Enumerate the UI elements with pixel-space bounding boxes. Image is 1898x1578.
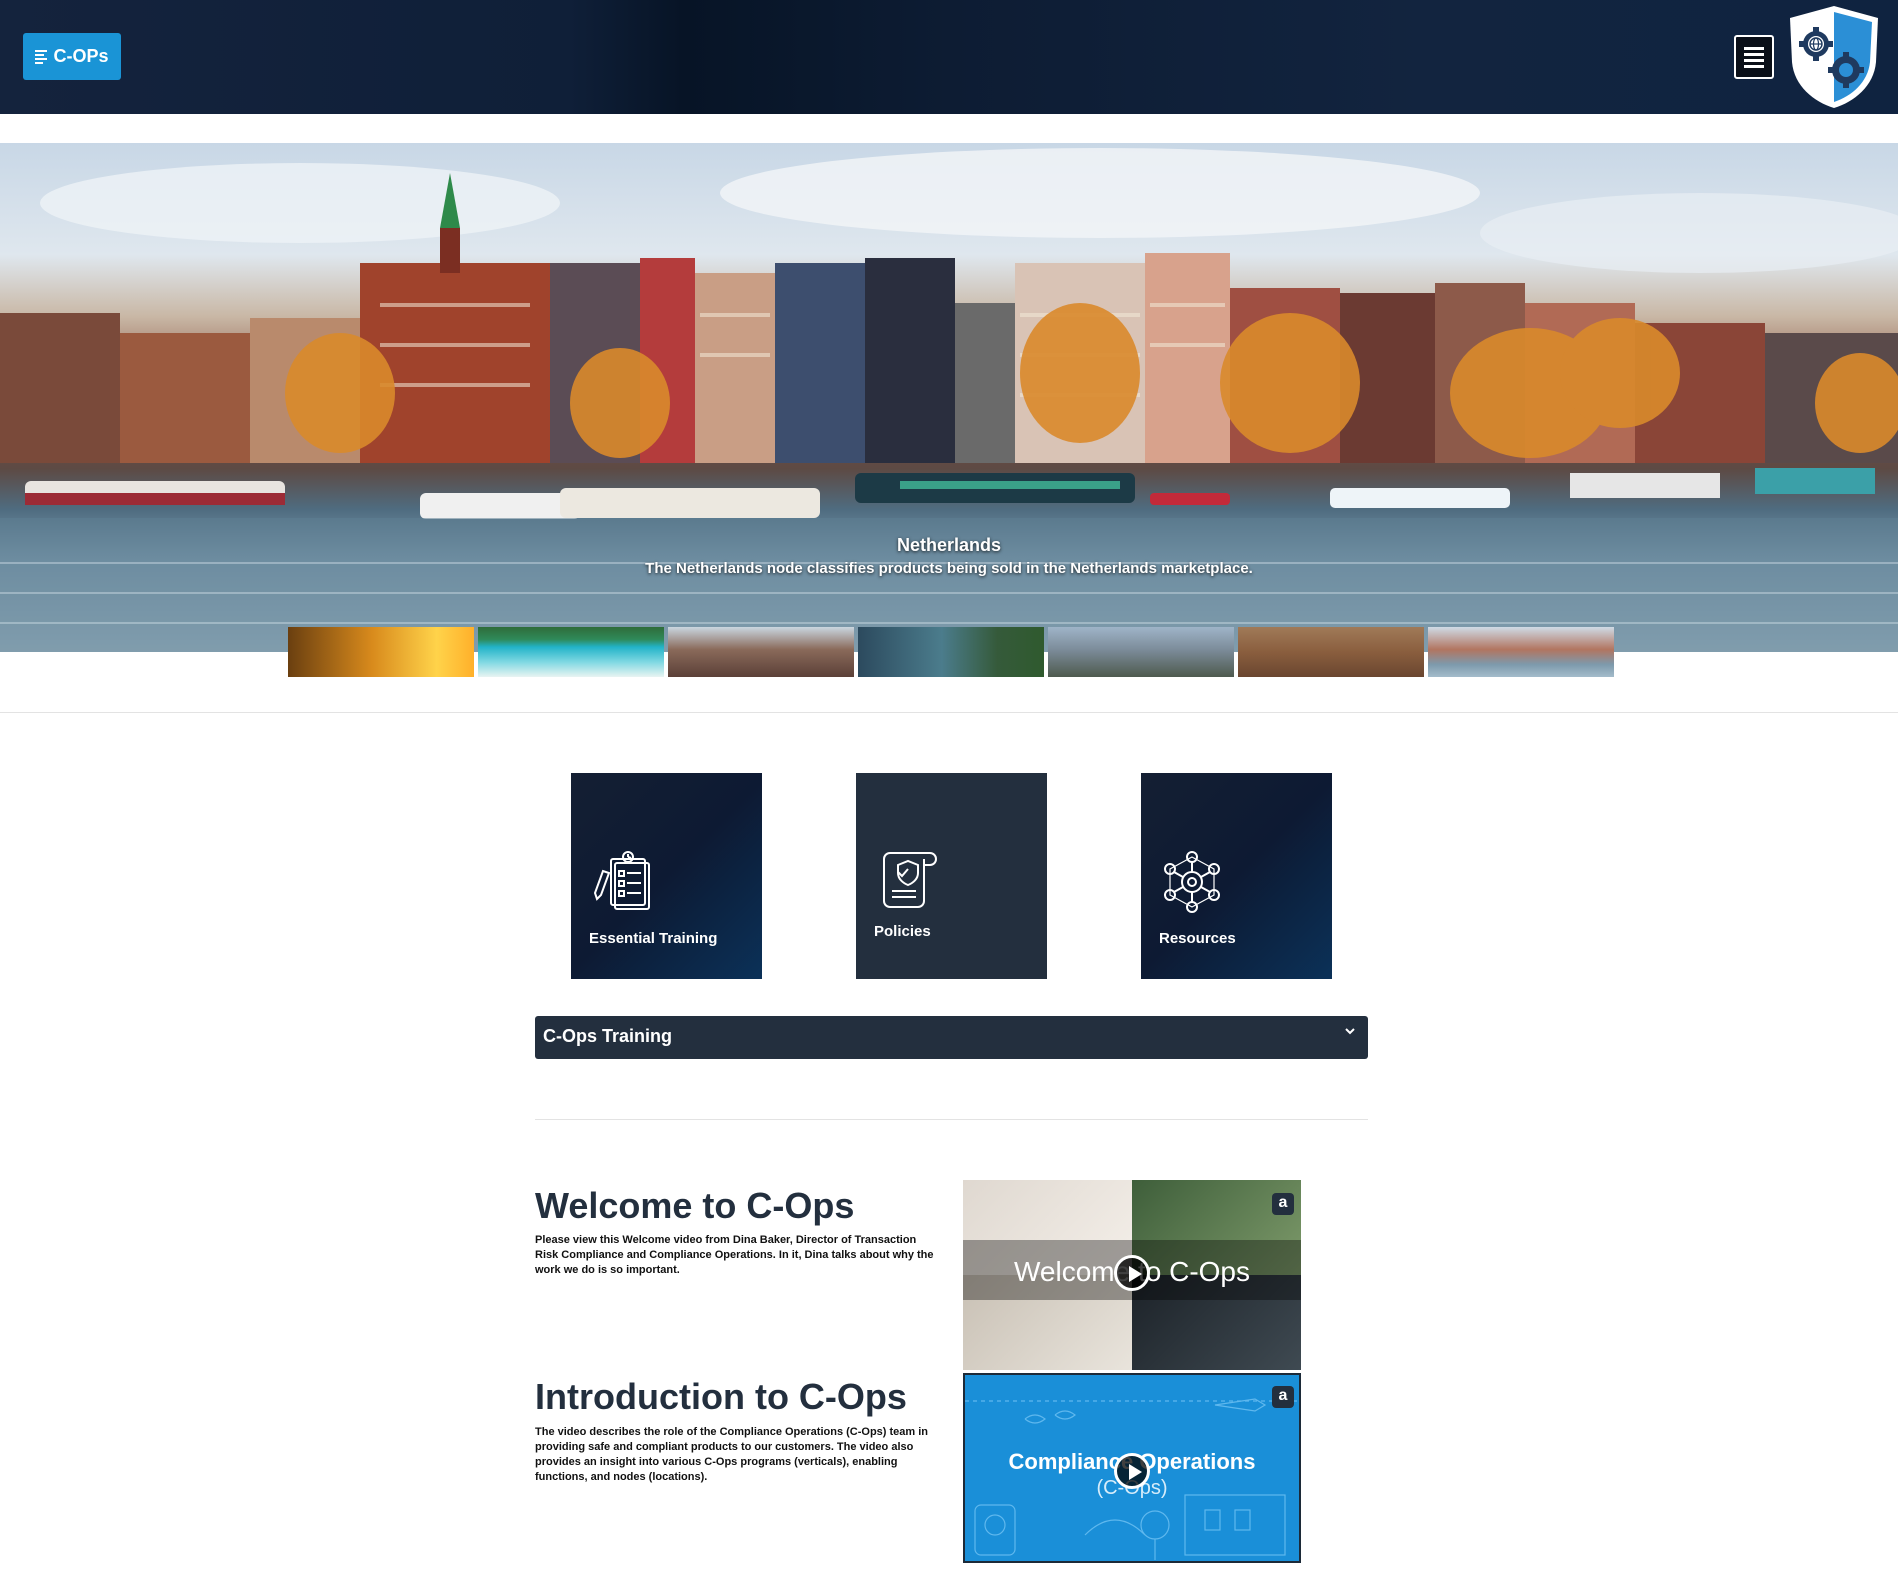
section-divider — [535, 1119, 1368, 1120]
tile-resources[interactable]: Resources — [1141, 773, 1332, 979]
chevron-down-icon[interactable] — [1344, 1025, 1356, 1037]
hero-title: Netherlands — [896, 535, 1002, 555]
brand-home-button[interactable]: C-OPs — [23, 33, 121, 80]
amazon-logo-icon: a — [1272, 1386, 1294, 1408]
thumbnail-taj-mahal-sunset[interactable] — [288, 627, 474, 677]
hero-carousel: Netherlands The Netherlands node classif… — [0, 143, 1898, 652]
welcome-video-player[interactable]: Welcome to C-Ops a — [963, 1180, 1301, 1370]
thumbnail-tropical-beach[interactable] — [478, 627, 664, 677]
thumbnail-great-wall[interactable] — [1048, 627, 1234, 677]
brand-label: C-OPs — [53, 46, 109, 66]
list-icon — [35, 49, 48, 64]
network-gear-icon — [1164, 851, 1220, 913]
top-navigation-bar: C-OPs — [0, 0, 1898, 114]
hero-caption: Netherlands The Netherlands node classif… — [0, 535, 1898, 577]
intro-video-player[interactable]: Compliance Operations (C-Ops) a — [963, 1373, 1301, 1563]
tile-label: Resources — [1159, 930, 1236, 947]
amazon-logo-icon: a — [1272, 1193, 1294, 1215]
intro-video-description: The video describes the role of the Comp… — [535, 1426, 929, 1483]
carousel-thumbnails — [288, 627, 1614, 677]
section-divider — [0, 712, 1898, 713]
hero-description: The Netherlands node classifies products… — [645, 560, 1253, 577]
c-ops-training-accordion[interactable]: C-Ops Training — [535, 1016, 1368, 1059]
accordion-label: C-Ops Training — [543, 1026, 673, 1046]
welcome-video-title: Welcome to C-Ops — [535, 1185, 855, 1226]
clipboard-checklist-icon — [593, 851, 650, 910]
thumbnail-european-old-town[interactable] — [668, 627, 854, 677]
play-icon[interactable] — [1114, 1453, 1150, 1489]
welcome-video-description: Please view this Welcome video from Dina… — [535, 1234, 934, 1276]
intro-video-title: Introduction to C-Ops — [535, 1376, 907, 1417]
thumbnail-netherlands-canal[interactable] — [1428, 627, 1614, 677]
tile-essential-training[interactable]: Essential Training — [571, 773, 762, 979]
hamburger-menu-icon[interactable] — [1734, 35, 1774, 79]
shield-gear-globe-logo[interactable] — [1786, 4, 1882, 110]
policy-scroll-shield-icon — [883, 852, 937, 908]
tile-policies[interactable]: Policies — [856, 773, 1047, 979]
play-icon[interactable] — [1114, 1255, 1150, 1291]
thumbnail-river-gorge[interactable] — [858, 627, 1044, 677]
tile-label: Policies — [874, 923, 931, 940]
thumbnail-desert-cliffs[interactable] — [1238, 627, 1424, 677]
tile-label: Essential Training — [589, 930, 718, 947]
